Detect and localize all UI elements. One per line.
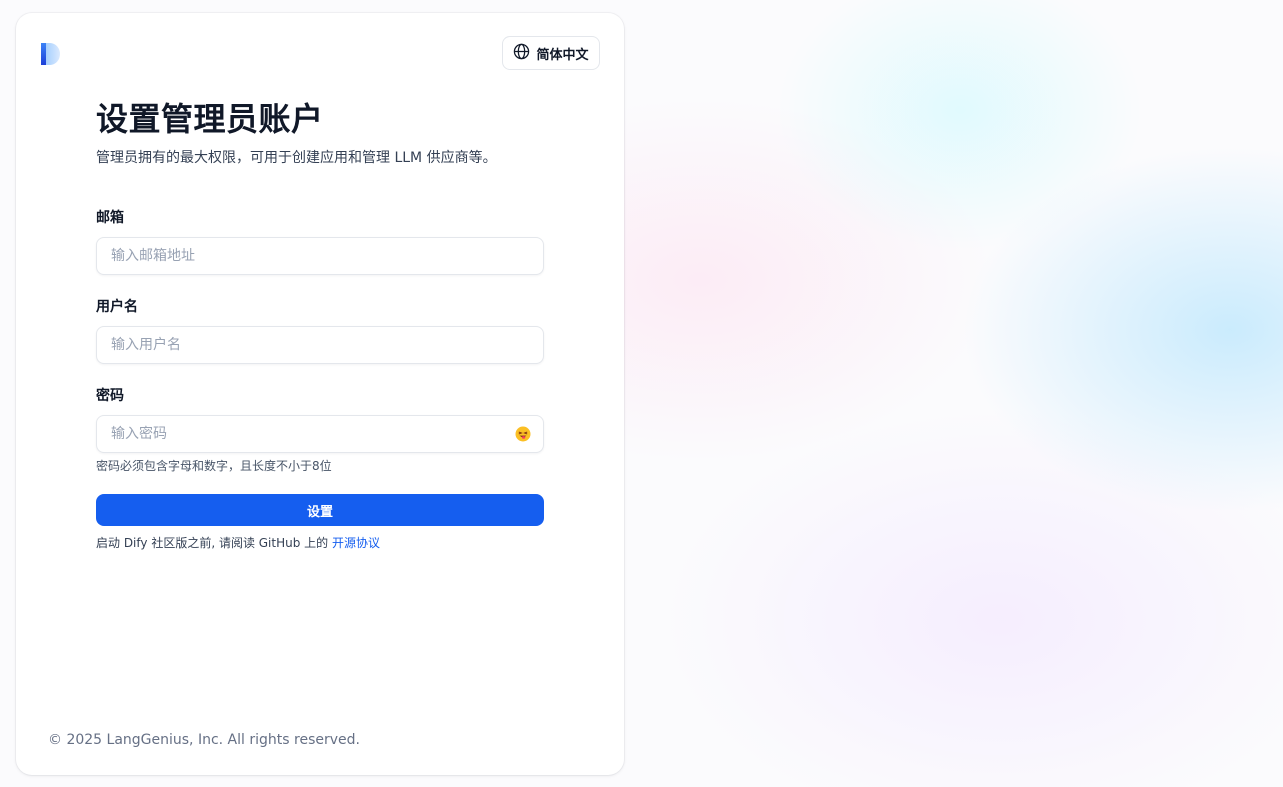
password-group: 密码 密码必须包含字母和数字，且长度不小于8位 — [96, 386, 544, 474]
email-group: 邮箱 — [96, 208, 544, 275]
email-field-container — [96, 237, 544, 275]
username-group: 用户名 — [96, 297, 544, 364]
language-label: 简体中文 — [536, 47, 589, 63]
setup-card: 简体中文 设置管理员账户 管理员拥有的最大权限，可用于创建应用和管理 LLM 供… — [16, 13, 624, 775]
page-title: 设置管理员账户 — [96, 100, 324, 138]
password-label: 密码 — [96, 388, 124, 404]
password-input[interactable] — [97, 416, 543, 452]
password-hint: 密码必须包含字母和数字，且长度不小于8位 — [96, 459, 332, 473]
username-field-container — [96, 326, 544, 364]
show-password-emoji-icon[interactable] — [515, 426, 531, 442]
setup-form-section: 设置管理员账户 管理员拥有的最大权限，可用于创建应用和管理 LLM 供应商等。 … — [96, 99, 544, 551]
username-input[interactable] — [97, 327, 543, 363]
language-selector-button[interactable]: 简体中文 — [502, 36, 600, 70]
password-field-container — [96, 415, 544, 453]
copyright-footer: © 2025 LangGenius, Inc. All rights reser… — [48, 732, 360, 748]
open-source-license-link[interactable]: 开源协议 — [332, 536, 380, 550]
email-input[interactable] — [97, 238, 543, 274]
username-label: 用户名 — [96, 299, 138, 315]
globe-icon — [513, 43, 530, 64]
page-subtitle: 管理员拥有的最大权限，可用于创建应用和管理 LLM 供应商等。 — [96, 150, 497, 166]
setup-submit-button[interactable]: 设置 — [96, 494, 544, 526]
license-notice-text: 启动 Dify 社区版之前, 请阅读 GitHub 上的 — [96, 536, 332, 550]
license-notice: 启动 Dify 社区版之前, 请阅读 GitHub 上的 开源协议 — [96, 535, 544, 551]
dify-logo-icon — [41, 43, 61, 65]
email-label: 邮箱 — [96, 210, 124, 226]
